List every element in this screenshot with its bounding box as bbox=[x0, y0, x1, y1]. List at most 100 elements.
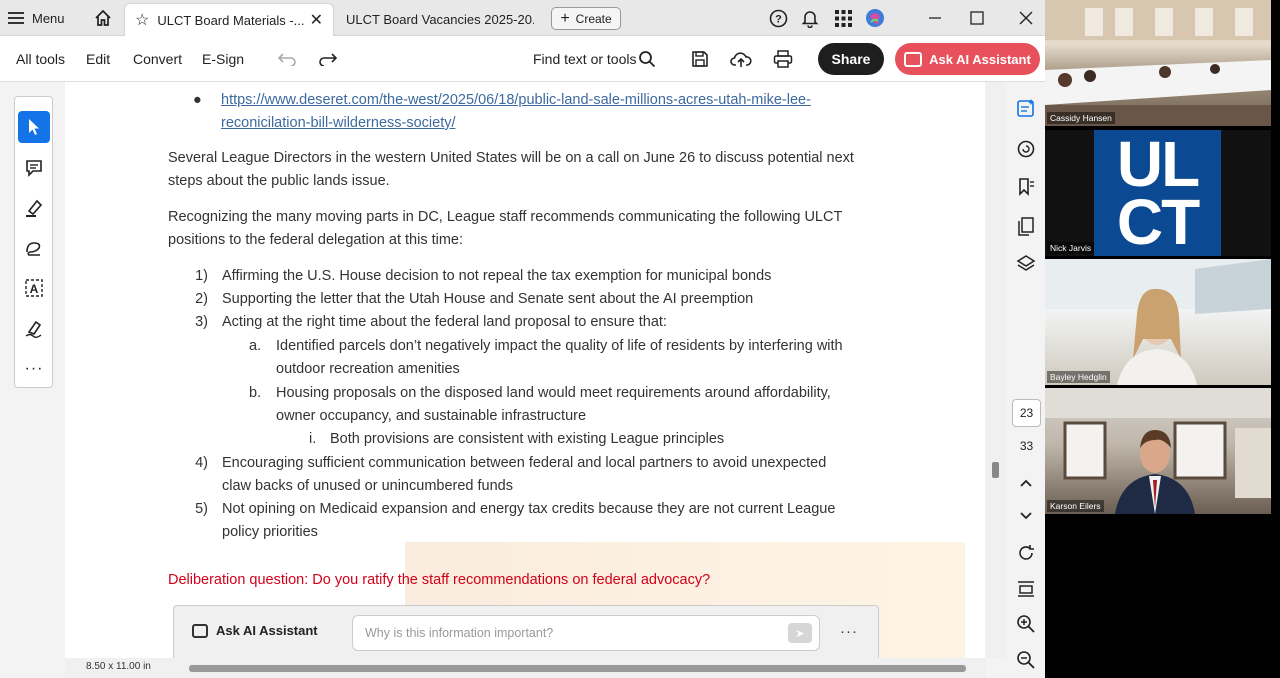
document-page[interactable]: ● https://www.deseret.com/the-west/2025/… bbox=[65, 82, 985, 658]
list-item: Acting at the right time about the feder… bbox=[222, 314, 667, 330]
sub-list-item: Identified parcels don’t negatively impa… bbox=[276, 338, 843, 354]
sign-tool[interactable] bbox=[18, 312, 50, 344]
save-icon[interactable] bbox=[689, 48, 711, 70]
participant-video-image bbox=[1045, 259, 1271, 385]
menu-button[interactable]: Menu bbox=[8, 0, 78, 36]
highlight-tool[interactable] bbox=[18, 192, 50, 224]
pages-thumbnails-icon[interactable] bbox=[1015, 215, 1037, 237]
list-number: 2) bbox=[195, 291, 208, 307]
list-number: 4) bbox=[195, 455, 208, 471]
comment-tool[interactable] bbox=[18, 152, 50, 184]
text-box-icon: A bbox=[25, 279, 43, 297]
rotate-icon[interactable] bbox=[1015, 542, 1037, 564]
minimize-icon[interactable] bbox=[925, 8, 945, 28]
share-button[interactable]: Share bbox=[818, 43, 884, 75]
participant-name: Karson Eilers bbox=[1047, 500, 1104, 512]
logo-text-top: UL bbox=[1116, 130, 1200, 200]
ai-notes-icon[interactable] bbox=[1015, 97, 1037, 119]
print-icon[interactable] bbox=[772, 48, 794, 70]
comments-panel-icon[interactable] bbox=[1015, 138, 1037, 160]
find-text-tools[interactable]: Find text or tools bbox=[533, 36, 637, 82]
list-item: Affirming the U.S. House decision to not… bbox=[222, 268, 772, 284]
redo-icon[interactable] bbox=[317, 48, 339, 70]
cursor-icon bbox=[29, 119, 39, 135]
home-icon bbox=[95, 9, 111, 26]
tab-board-materials[interactable]: ☆ ULCT Board Materials -... ✕ bbox=[124, 3, 334, 36]
maximize-icon[interactable] bbox=[967, 8, 987, 28]
bell-icon[interactable] bbox=[800, 8, 820, 28]
close-tab-icon[interactable]: ✕ bbox=[310, 10, 323, 30]
paragraph-line: Recognizing the many moving parts in DC,… bbox=[168, 209, 843, 225]
list-number: 3) bbox=[195, 314, 208, 330]
participant-tile[interactable]: Bayley Hedglin bbox=[1045, 259, 1271, 385]
bullet: ● bbox=[193, 92, 202, 108]
cloud-upload-icon[interactable] bbox=[730, 48, 752, 70]
sub-sub-list-numeral: i. bbox=[309, 431, 317, 447]
ai-bar-title[interactable]: Ask AI Assistant bbox=[192, 623, 318, 638]
article-link[interactable]: https://www.deseret.com/the-west/2025/06… bbox=[221, 89, 811, 112]
ulct-logo: UL CT bbox=[1094, 130, 1221, 256]
tab-board-vacancies[interactable]: ULCT Board Vacancies 2025-20... bbox=[336, 3, 544, 36]
vertical-scrollbar[interactable] bbox=[986, 82, 1005, 658]
zoom-out-icon[interactable] bbox=[1015, 649, 1037, 671]
list-number: 1) bbox=[195, 268, 208, 284]
add-text-tool[interactable]: A bbox=[18, 272, 50, 304]
status-bar: 8.50 x 11.00 in bbox=[65, 658, 986, 678]
select-tool[interactable] bbox=[18, 111, 50, 143]
home-button[interactable] bbox=[90, 0, 116, 36]
paragraph-line: steps about the public lands issue. bbox=[168, 173, 390, 189]
video-call-panel: Cassidy Hansen UL CT Nick Jarvis Bayley … bbox=[1045, 0, 1280, 678]
close-window-icon[interactable] bbox=[1016, 8, 1036, 28]
scroll-thumb[interactable] bbox=[992, 462, 999, 478]
esign-menu[interactable]: E-Sign bbox=[202, 36, 244, 82]
horizontal-scroll-thumb[interactable] bbox=[189, 665, 966, 672]
ai-bar-label: Ask AI Assistant bbox=[216, 623, 318, 638]
page-number-input[interactable]: 23 bbox=[1012, 399, 1041, 427]
create-label: Create bbox=[575, 11, 612, 26]
sub-list-letter: a. bbox=[249, 338, 262, 354]
draw-tool[interactable] bbox=[18, 232, 50, 264]
fit-page-icon[interactable] bbox=[1015, 578, 1037, 600]
article-link-cont[interactable]: reconicilation-bill-wilderness-society/ bbox=[221, 112, 456, 135]
participant-tile[interactable]: UL CT Nick Jarvis bbox=[1045, 130, 1271, 256]
bookmark-icon[interactable] bbox=[1015, 176, 1037, 198]
pen-sign-icon bbox=[25, 320, 42, 338]
send-icon[interactable]: ➤ bbox=[788, 623, 812, 643]
participant-name: Cassidy Hansen bbox=[1047, 112, 1115, 124]
page-down-icon[interactable] bbox=[1015, 505, 1037, 527]
participant-tile[interactable]: Karson Eilers bbox=[1045, 388, 1271, 514]
all-tools-menu[interactable]: All tools bbox=[16, 36, 65, 82]
list-item: Encouraging sufficient communication bet… bbox=[222, 455, 827, 471]
edit-menu[interactable]: Edit bbox=[86, 36, 110, 82]
participant-tile[interactable]: Cassidy Hansen bbox=[1045, 0, 1271, 126]
user-avatar[interactable] bbox=[865, 8, 885, 28]
star-icon[interactable]: ☆ bbox=[135, 10, 149, 30]
sub-list-item-cont: outdoor recreation amenities bbox=[276, 361, 460, 377]
zoom-in-icon[interactable] bbox=[1015, 613, 1037, 635]
ask-ai-label: Ask AI Assistant bbox=[929, 51, 1031, 67]
convert-menu[interactable]: Convert bbox=[133, 36, 182, 82]
list-number: 5) bbox=[195, 501, 208, 517]
right-panel-rail: 23 33 bbox=[1005, 82, 1045, 678]
create-button[interactable]: + Create bbox=[551, 7, 621, 30]
undo-icon[interactable] bbox=[276, 48, 298, 70]
sub-list-item: Housing proposals on the disposed land w… bbox=[276, 385, 831, 401]
ai-question-input[interactable] bbox=[352, 615, 820, 651]
main-toolbar: All tools Edit Convert E-Sign Find text … bbox=[0, 36, 1045, 82]
apps-grid-icon[interactable] bbox=[833, 8, 853, 28]
tab-title: ULCT Board Vacancies 2025-20... bbox=[346, 12, 534, 27]
ask-ai-assistant-button[interactable]: Ask AI Assistant bbox=[895, 43, 1040, 75]
more-options-icon[interactable]: ··· bbox=[840, 623, 858, 640]
ai-assistant-icon bbox=[904, 51, 923, 67]
layers-icon[interactable] bbox=[1015, 253, 1037, 275]
help-icon[interactable]: ? bbox=[768, 8, 788, 28]
participant-name: Bayley Hedglin bbox=[1047, 371, 1110, 383]
page-up-icon[interactable] bbox=[1015, 472, 1037, 494]
sub-list-item-cont: owner occupancy, and sustainable infrast… bbox=[276, 408, 587, 424]
highlighter-icon bbox=[26, 199, 43, 217]
acrobat-window: Menu ☆ ULCT Board Materials -... ✕ ULCT … bbox=[0, 0, 1045, 678]
search-icon[interactable] bbox=[636, 48, 658, 70]
more-tools-icon[interactable]: ··· bbox=[18, 353, 50, 385]
list-item: Supporting the letter that the Utah Hous… bbox=[222, 291, 754, 307]
list-item-cont: claw backs of unused or unincumbered fun… bbox=[222, 478, 513, 494]
